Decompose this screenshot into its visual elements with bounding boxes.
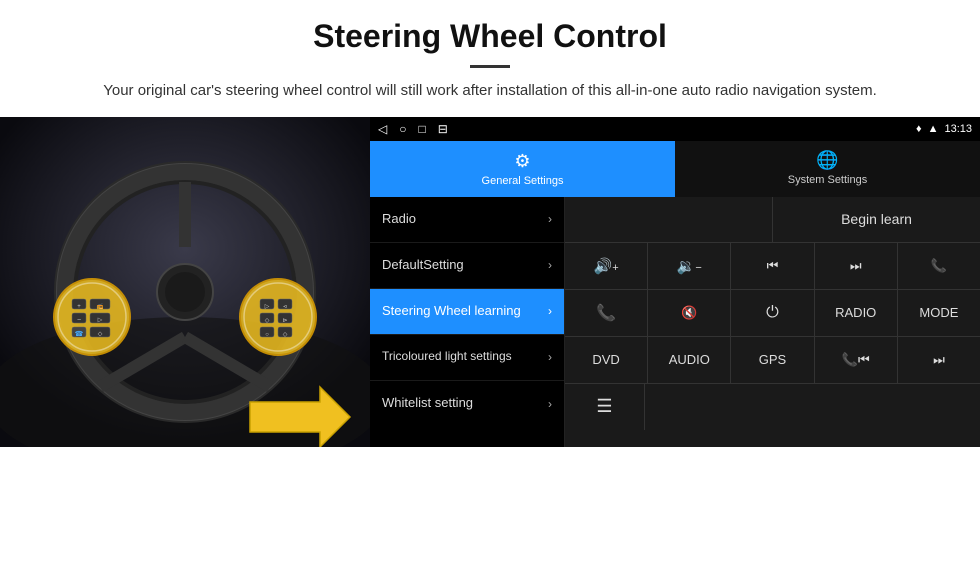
menu-grid-icon: ☰ [596,396,612,417]
status-bar: ◁ ○ □ ⊟ ♦ ▲ 13:13 [370,117,980,141]
dvd-label: DVD [592,352,619,367]
title-divider [470,65,510,68]
gear-icon: ⚙ [514,151,530,172]
svg-text:⊲: ⊲ [283,304,287,310]
menu-item-tricolour[interactable]: Tricoloured light settings › [370,335,564,381]
svg-text:◇: ◇ [265,318,270,324]
phone-button[interactable]: 📞 [898,243,980,289]
ui-main: Radio › DefaultSetting › Steering Wheel … [370,197,980,447]
chevron-icon: › [548,258,552,272]
gps-label: GPS [759,352,786,367]
android-ui: ◁ ○ □ ⊟ ♦ ▲ 13:13 ⚙ General Settings 🌐 S… [370,117,980,447]
svg-text:▷: ▷ [98,317,103,323]
right-panel: Begin learn 🔊+ 🔉− ⏮ ⏭ [565,197,980,447]
menu-item-default-label: DefaultSetting [382,257,548,274]
mute-icon: 🔇 [681,305,697,321]
svg-text:▷: ▷ [265,304,270,310]
menu-item-whitelist[interactable]: Whitelist setting › [370,381,564,427]
menu-item-default[interactable]: DefaultSetting › [370,243,564,289]
svg-text:⊳: ⊳ [282,318,287,324]
page-subtitle: Your original car's steering wheel contr… [60,80,920,103]
menu-grid-button[interactable]: ☰ [565,384,645,430]
vol-up-button[interactable]: 🔊+ [565,243,648,289]
prev-track-button[interactable]: ⏮ [731,243,814,289]
button-row-2: 📞 🔇 ⏻ RADIO MODE [565,290,980,337]
tab-system-label: System Settings [788,174,867,186]
recents-icon[interactable]: □ [418,122,425,136]
mute-button[interactable]: 🔇 [648,290,731,336]
tab-general-label: General Settings [482,175,564,187]
svg-text:◇: ◇ [98,331,103,337]
skip-next-button[interactable]: ⏭ [898,337,980,383]
vol-down-button[interactable]: 🔉− [648,243,731,289]
prev-track-icon: ⏮ [767,258,779,274]
tab-general-settings[interactable]: ⚙ General Settings [370,141,675,197]
main-content: + − ☎ 📻 ▷ ◇ ▷ ◇ ○ ⊲ ⊳ ◇ [0,117,980,447]
status-bar-info: ♦ ▲ 13:13 [916,123,972,135]
svg-text:+: + [77,304,81,310]
phone-icon: 📞 [931,258,947,274]
menu-item-steering[interactable]: Steering Wheel learning › [370,289,564,335]
mode-button[interactable]: MODE [898,290,980,336]
menu-item-tricolour-label: Tricoloured light settings [382,349,548,365]
location-icon: ♦ [916,123,922,135]
next-track-button[interactable]: ⏭ [815,243,898,289]
begin-learn-button[interactable]: Begin learn [773,197,980,242]
gps-button[interactable]: GPS [731,337,814,383]
status-bar-nav-icons: ◁ ○ □ ⊟ [378,122,448,136]
svg-text:○: ○ [265,332,269,338]
call-accept-button[interactable]: 📞 [565,290,648,336]
power-icon: ⏻ [766,304,779,322]
chevron-icon: › [548,212,552,226]
svg-text:📻: 📻 [97,303,104,310]
button-row-1: 🔊+ 🔉− ⏮ ⏭ 📞 [565,243,980,290]
menu-item-radio-label: Radio [382,211,548,228]
back-icon[interactable]: ◁ [378,122,387,136]
signal-icon: ▲ [928,123,939,135]
blank-area [565,197,773,242]
menu-item-radio[interactable]: Radio › [370,197,564,243]
svg-text:◇: ◇ [283,332,288,338]
menu-icon[interactable]: ⊟ [438,122,448,136]
button-row-3: DVD AUDIO GPS 📞⏮ ⏭ [565,337,980,384]
phone-prev-button[interactable]: 📞⏮ [815,337,898,383]
chevron-icon: › [548,397,552,411]
next-track-icon: ⏭ [850,258,862,274]
call-accept-icon: 📞 [596,303,616,323]
tab-system-settings[interactable]: 🌐 System Settings [675,141,980,197]
mode-label: MODE [919,305,958,320]
power-button[interactable]: ⏻ [731,290,814,336]
svg-text:−: − [77,317,81,324]
audio-label: AUDIO [669,352,710,367]
chevron-icon: › [548,304,552,318]
audio-button[interactable]: AUDIO [648,337,731,383]
menu-list: Radio › DefaultSetting › Steering Wheel … [370,197,565,447]
vol-up-icon: 🔊+ [594,257,619,275]
top-row: Begin learn [565,197,980,243]
globe-icon: 🌐 [816,150,838,171]
clock: 13:13 [944,123,972,135]
steering-wheel-image: + − ☎ 📻 ▷ ◇ ▷ ◇ ○ ⊲ ⊳ ◇ [0,117,370,447]
nav-tabs: ⚙ General Settings 🌐 System Settings [370,141,980,197]
chevron-icon: › [548,350,552,364]
icon-row: ☰ [565,384,980,430]
phone-prev-icon: 📞⏮ [842,352,870,368]
radio-label: RADIO [835,305,876,320]
menu-item-steering-label: Steering Wheel learning [382,303,548,320]
vol-down-icon: 🔉− [677,257,702,275]
home-icon[interactable]: ○ [399,122,406,136]
page-title: Steering Wheel Control [60,18,920,55]
radio-button[interactable]: RADIO [815,290,898,336]
skip-next-icon: ⏭ [933,352,945,368]
svg-text:☎: ☎ [75,330,84,338]
menu-item-whitelist-label: Whitelist setting [382,395,548,412]
page-header: Steering Wheel Control Your original car… [0,0,980,117]
dvd-button[interactable]: DVD [565,337,648,383]
